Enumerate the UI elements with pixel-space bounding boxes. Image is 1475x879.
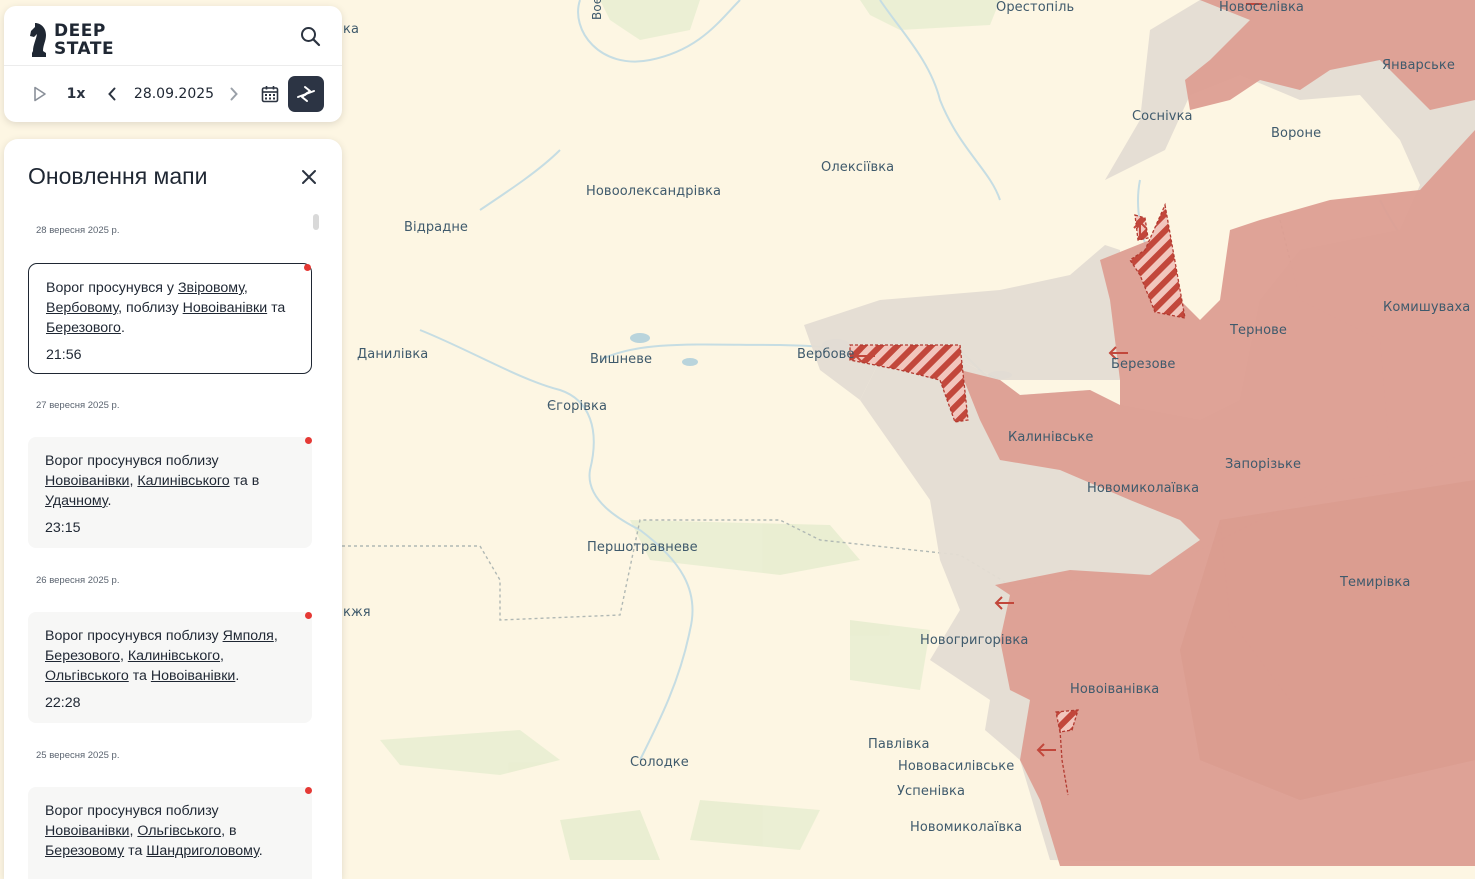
update-card[interactable]: Ворог просунувся поблизу Ямполя, Березов… [28, 612, 312, 723]
update-date-header: 25 вересня 2025 р. [36, 750, 120, 761]
timeline-controls: 1x 28.09.2025 [4, 66, 342, 122]
calendar-icon [261, 86, 279, 103]
play-button[interactable] [30, 66, 50, 122]
place-label: Темирівка [1340, 575, 1411, 590]
update-time: 21:56 [46, 347, 82, 363]
settlement-link[interactable]: Новоіванівки [45, 823, 129, 839]
logo-text: DEEP STATE [54, 21, 115, 59]
place-label: Тернове [1230, 323, 1288, 338]
update-text: Ворог просунувся поблизу Новоіванівки, К… [45, 453, 260, 509]
settlement-link[interactable]: Калинівського [128, 648, 220, 664]
settlement-link[interactable]: Калинівського [137, 473, 229, 489]
update-time: 23:15 [45, 520, 81, 536]
compare-arrows-icon [297, 86, 315, 102]
update-time: 22:28 [45, 695, 81, 711]
place-label: Березове [1111, 357, 1176, 372]
place-label: Вое [590, 0, 604, 20]
place-label: Вишневе [590, 352, 653, 367]
place-label: Новоолександрівка [586, 184, 722, 199]
settlement-link[interactable]: Удачному [45, 493, 107, 509]
close-button[interactable] [300, 168, 318, 186]
settlement-link[interactable]: Новоіванівки [45, 473, 129, 489]
current-date[interactable]: 28.09.2025 [132, 66, 216, 122]
place-label: Вербове [797, 347, 855, 362]
update-date-header: 27 вересня 2025 р. [36, 400, 120, 411]
place-label: Новогригорівка [920, 633, 1029, 648]
chevron-left-icon [108, 87, 116, 101]
compare-button[interactable] [288, 76, 324, 112]
unread-indicator [305, 787, 312, 794]
place-label: Нововасилівське [898, 759, 1015, 774]
top-control-panel: DEEP STATE 1x 28.09.2025 [4, 6, 342, 122]
update-date-header: 26 вересня 2025 р. [36, 575, 120, 586]
place-label: Успенівка [897, 784, 966, 799]
settlement-link[interactable]: Березового [45, 648, 120, 664]
prev-date-button[interactable] [104, 66, 120, 122]
panel-title: Оновлення мапи [28, 163, 208, 189]
calendar-button[interactable] [259, 66, 281, 122]
update-card[interactable]: Ворог просунувся поблизу Новоіванівки, О… [28, 787, 312, 879]
update-text: Ворог просунувся у Звіровому, Вербовому,… [46, 280, 286, 336]
settlement-link[interactable]: Вербовому [46, 300, 118, 316]
place-label: ка [343, 22, 360, 37]
settlement-link[interactable]: Ольгівського [45, 668, 129, 684]
place-label: Новомиколаївка [1087, 481, 1200, 496]
place-label: кжя [343, 605, 371, 620]
place-label: Вороне [1271, 126, 1322, 141]
settlement-link[interactable]: Новоіванівки [183, 300, 267, 316]
place-label: Єгорівка [547, 399, 608, 414]
settlement-link[interactable]: Ямполя [223, 628, 274, 644]
place-label: Январське [1382, 58, 1455, 73]
update-text: Ворог просунувся поблизу Новоіванівки, О… [45, 803, 263, 859]
settlement-link[interactable]: Ольгівського [137, 823, 221, 839]
place-label: Сосніvка [1132, 109, 1193, 124]
map-updates-panel: Оновлення мапи 28 вересня 2025 р. Ворог п… [4, 139, 342, 879]
place-label: Данилівка [357, 347, 429, 362]
place-label: Запорізьке [1225, 457, 1302, 472]
play-icon [34, 86, 46, 102]
update-date-header: 28 вересня 2025 р. [36, 225, 120, 236]
update-text: Ворог просунувся поблизу Ямполя, Березов… [45, 628, 278, 684]
unread-indicator [305, 612, 312, 619]
scrollbar[interactable] [313, 214, 319, 230]
chevron-right-icon [230, 87, 238, 101]
place-label: Новомиколаївка [910, 820, 1023, 835]
place-label: Солодке [630, 755, 689, 770]
unread-indicator [304, 264, 311, 271]
unread-indicator [305, 437, 312, 444]
settlement-link[interactable]: Звіровому [178, 280, 244, 296]
place-label: Відрадне [404, 220, 469, 235]
settlement-link[interactable]: Шандриголовому [146, 843, 258, 859]
occupied-inner-darker [1180, 480, 1475, 800]
next-date-button[interactable] [226, 66, 242, 122]
search-button[interactable] [298, 24, 324, 50]
place-label: Орестопіль [996, 0, 1075, 15]
speed-button[interactable]: 1x [64, 66, 88, 122]
place-label: Олексіївка [821, 160, 895, 175]
logo[interactable]: DEEP STATE [28, 18, 114, 62]
close-icon [302, 170, 316, 184]
settlement-link[interactable]: Березовому [45, 843, 124, 859]
settlement-link[interactable]: Новоіванівки [151, 668, 235, 684]
update-card[interactable]: Ворог просунувся у Звіровому, Вербовому,… [28, 263, 312, 374]
place-label: Павлівка [868, 737, 930, 752]
place-label: Комишуваха [1383, 300, 1471, 315]
place-label: Новоселівка [1219, 0, 1304, 15]
update-card[interactable]: Ворог просунувся поблизу Новоіванівки, К… [28, 437, 312, 548]
place-label: Новоіванівка [1070, 682, 1160, 697]
knight-logo-icon [30, 23, 46, 57]
search-icon [301, 27, 321, 47]
place-label: Калинівське [1008, 430, 1094, 445]
place-label: Першотравневе [587, 540, 698, 555]
settlement-link[interactable]: Березового [46, 320, 121, 336]
